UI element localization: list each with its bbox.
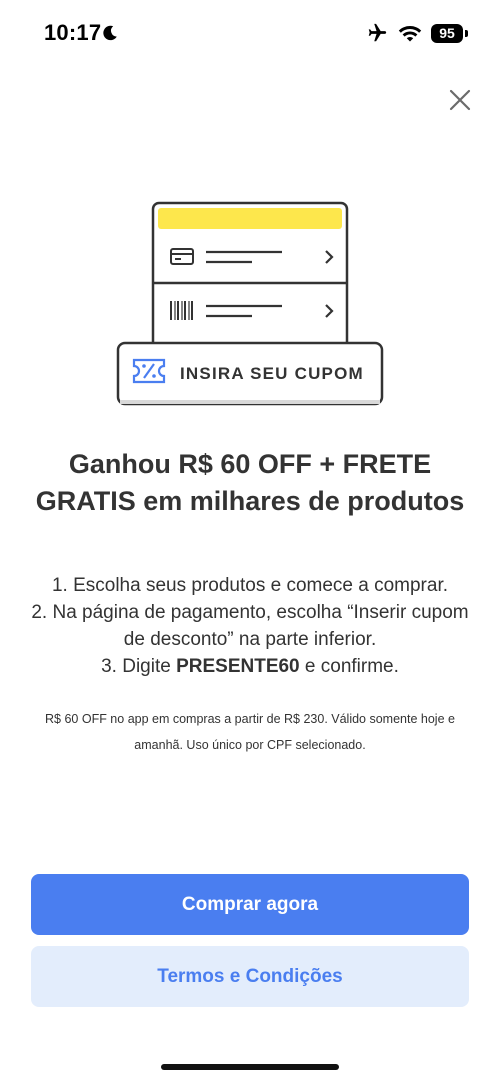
step-3-suffix: e confirme. <box>299 656 399 677</box>
buy-now-button[interactable]: Comprar agora <box>31 874 469 935</box>
promo-headline: Ganhou R$ 60 OFF + FRETE GRATIS em milha… <box>35 449 465 516</box>
status-bar: 10:17 95 <box>0 0 500 66</box>
airplane-icon <box>368 23 387 42</box>
close-icon[interactable] <box>446 86 474 114</box>
step-3: 3. Digite PRESENTE60 e confirme. <box>20 653 480 680</box>
instruction-steps: 1. Escolha seus produtos e comece a comp… <box>20 572 480 680</box>
status-time: 10:17 <box>44 20 102 45</box>
step-1: 1. Escolha seus produtos e comece a comp… <box>51 575 449 596</box>
battery-icon: 95 <box>431 24 463 43</box>
step-3-prefix: 3. Digite <box>101 656 177 677</box>
battery-tip <box>465 30 468 37</box>
terms-button[interactable]: Termos e Condições <box>31 946 469 1007</box>
coupon-illustration: INSIRA SEU CUPOM <box>116 200 386 410</box>
coupon-label: INSIRA SEU CUPOM <box>180 364 364 383</box>
wifi-icon <box>398 26 422 42</box>
battery-level: 95 <box>439 25 455 41</box>
home-indicator[interactable] <box>161 1064 339 1070</box>
step-2: 2. Na página de pagamento, escolha “Inse… <box>31 602 469 650</box>
moon-icon <box>103 25 117 41</box>
fine-print: R$ 60 OFF no app em compras a partir de … <box>45 712 455 752</box>
coupon-code: PRESENTE60 <box>176 656 300 677</box>
